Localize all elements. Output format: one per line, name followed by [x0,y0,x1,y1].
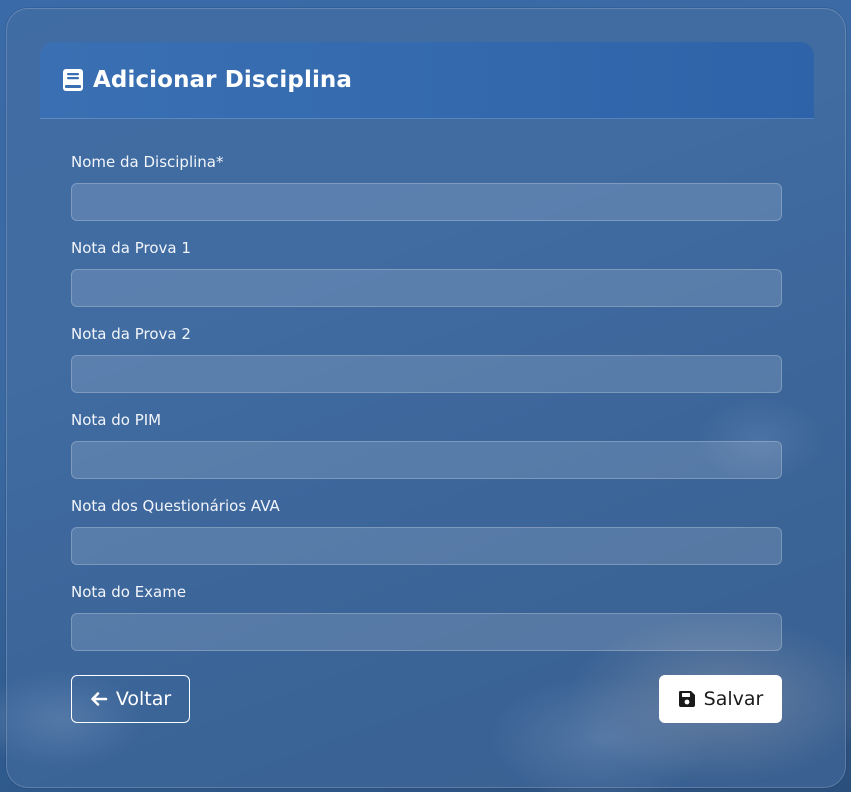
field-label: Nota da Prova 2 [71,325,191,343]
field-label: Nota da Prova 1 [71,239,191,257]
field-label: Nome da Disciplina* [71,153,224,171]
book-icon [62,68,84,92]
floppy-disk-icon [678,690,696,708]
field-ava-quiz-grade: Nota dos Questionários AVA [71,493,782,565]
field-label: Nota do PIM [71,411,162,429]
add-subject-card: Adicionar Disciplina Nome da Disciplina*… [6,8,846,788]
final-exam-grade-input[interactable] [71,613,782,651]
arrow-left-icon [90,690,108,708]
save-button[interactable]: Salvar [659,675,782,723]
back-button[interactable]: Voltar [71,675,190,723]
pim-grade-input[interactable] [71,441,782,479]
field-label: Nota dos Questionários AVA [71,497,280,515]
field-final-exam-grade: Nota do Exame [71,579,782,651]
card-header: Adicionar Disciplina [40,42,814,119]
back-button-label: Voltar [115,688,172,710]
exam-2-grade-input[interactable] [71,355,782,393]
field-subject-name: Nome da Disciplina* [71,149,782,221]
field-pim-grade: Nota do PIM [71,407,782,479]
field-label: Nota do Exame [71,583,187,601]
exam-1-grade-input[interactable] [71,269,782,307]
subject-form: Nome da Disciplina* Nota da Prova 1 Nota… [71,149,782,665]
page-title: Adicionar Disciplina [93,67,353,93]
field-exam-1-grade: Nota da Prova 1 [71,235,782,307]
ava-quiz-grade-input[interactable] [71,527,782,565]
save-button-label: Salvar [703,688,764,710]
field-exam-2-grade: Nota da Prova 2 [71,321,782,393]
subject-name-input[interactable] [71,183,782,221]
